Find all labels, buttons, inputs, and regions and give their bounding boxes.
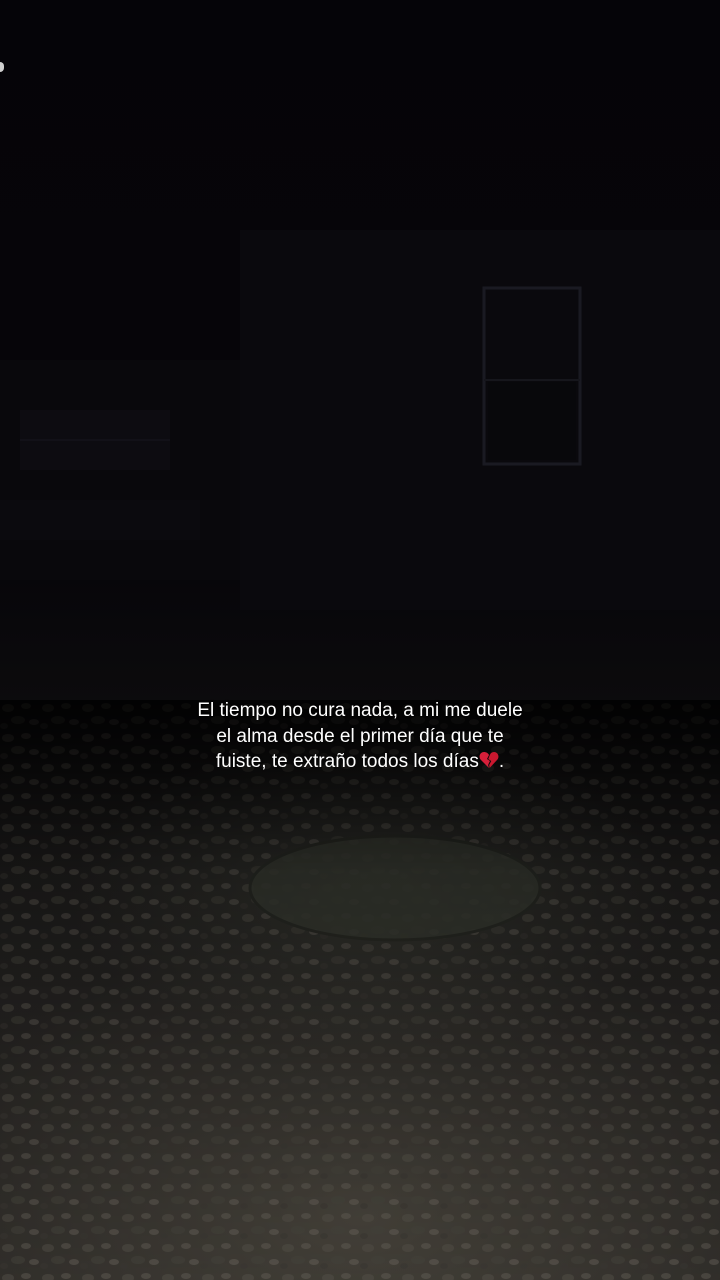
video-frame: El tiempo no cura nada, a mi me duele el… bbox=[0, 0, 720, 1280]
caption-period: . bbox=[498, 751, 505, 772]
caption-text: El tiempo no cura nada, a mi me duele el… bbox=[197, 700, 523, 772]
edge-indicator bbox=[0, 62, 4, 72]
gravel-ground bbox=[0, 700, 720, 1280]
video-caption: El tiempo no cura nada, a mi me duele el… bbox=[190, 698, 530, 775]
house-silhouette bbox=[0, 230, 720, 610]
broken-heart-icon bbox=[479, 751, 499, 769]
